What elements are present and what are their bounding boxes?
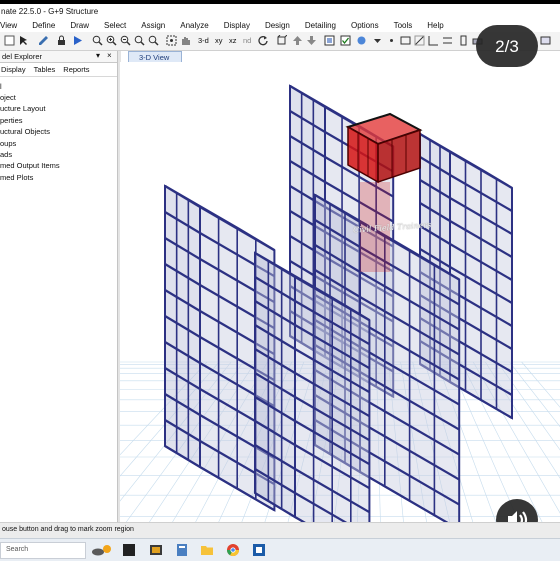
menu-tools[interactable]: Tools — [394, 21, 413, 30]
view-xy-button[interactable]: xy — [215, 36, 223, 45]
draw-brace-icon[interactable] — [428, 35, 439, 46]
explorer-tree: l oject ucture Layout perties uctural Ob… — [0, 78, 117, 518]
move-down-icon[interactable] — [306, 35, 317, 46]
display-options-icon[interactable] — [324, 35, 335, 46]
move-up-icon[interactable] — [292, 35, 303, 46]
draw-rectangle-icon[interactable] — [400, 35, 411, 46]
view-3d-button[interactable]: 3-d — [198, 36, 209, 45]
close-icon[interactable]: × — [107, 51, 112, 60]
zoom-window-icon[interactable] — [92, 35, 103, 46]
lock-icon[interactable] — [56, 35, 67, 46]
draw-frame-icon[interactable] — [414, 35, 425, 46]
dropdown-icon[interactable] — [372, 35, 383, 46]
tree-item-model[interactable]: l — [0, 82, 2, 91]
tree-item-structure-layout[interactable]: ucture Layout — [0, 104, 45, 113]
menu-bar: View Define Draw Select Assign Analyze D… — [0, 18, 560, 32]
status-text: ouse button and drag to mark zoom region — [2, 526, 134, 533]
zoom-restore-icon[interactable] — [134, 35, 145, 46]
menu-draw[interactable]: Draw — [70, 21, 89, 30]
file-explorer-icon[interactable] — [200, 543, 214, 557]
task-view-icon[interactable] — [122, 543, 136, 557]
menu-view[interactable]: View — [0, 21, 17, 30]
tab-tables[interactable]: Tables — [34, 65, 56, 74]
view-nd-button[interactable]: nd — [243, 36, 251, 45]
pencil-icon[interactable] — [38, 35, 49, 46]
chrome-icon[interactable] — [226, 543, 240, 557]
view-xz-button[interactable]: xz — [229, 36, 237, 45]
hand-icon[interactable] — [180, 35, 191, 46]
menu-display[interactable]: Display — [224, 21, 250, 30]
taskbar-search[interactable]: Search — [0, 542, 86, 559]
tab-display[interactable]: Display — [1, 65, 26, 74]
explorer-tabs: Display Tables Reports — [0, 63, 117, 77]
building-model — [165, 86, 512, 522]
tree-item-properties[interactable]: perties — [0, 116, 23, 125]
menu-select[interactable]: Select — [104, 21, 126, 30]
run-icon[interactable] — [72, 35, 83, 46]
model-explorer-title: del Explorer — [2, 52, 42, 61]
model-3d-viewport[interactable] — [120, 62, 560, 522]
zoom-previous-icon[interactable] — [148, 35, 159, 46]
draw-column-icon[interactable] — [458, 35, 469, 46]
tree-item-loads[interactable]: ads — [0, 150, 12, 159]
menu-options[interactable]: Options — [351, 21, 379, 30]
window-title: nate 22.5.0 - G+9 Structure — [0, 7, 98, 16]
page-indicator-text: 2/3 — [476, 37, 538, 57]
tree-item-project[interactable]: oject — [0, 93, 16, 102]
calculator-icon[interactable] — [175, 543, 189, 557]
pointer-icon[interactable] — [18, 35, 29, 46]
tree-item-named-plots[interactable]: med Plots — [0, 173, 33, 182]
title-bar: nate 22.5.0 - G+9 Structure — [0, 4, 560, 18]
rotate-icon[interactable] — [258, 35, 269, 46]
perspective-icon[interactable] — [276, 35, 287, 46]
pin-icon[interactable]: ▾ — [96, 51, 100, 60]
status-bar: ouse button and drag to mark zoom region — [0, 522, 560, 538]
check-icon[interactable] — [340, 35, 351, 46]
pan-icon[interactable] — [166, 35, 177, 46]
draw-slab-icon[interactable] — [540, 35, 551, 46]
menu-help[interactable]: Help — [427, 21, 443, 30]
zoom-out-icon[interactable] — [120, 35, 131, 46]
checkbox-icon[interactable] — [4, 35, 15, 46]
color-icon[interactable] — [356, 35, 367, 46]
menu-detailing[interactable]: Detailing — [305, 21, 336, 30]
tab-3d-view-label: 3-D View — [139, 53, 169, 62]
snap-icon[interactable] — [386, 35, 397, 46]
weather-widget-icon[interactable] — [90, 543, 114, 557]
menu-assign[interactable]: Assign — [141, 21, 165, 30]
model-canvas[interactable] — [120, 62, 560, 522]
menu-design[interactable]: Design — [265, 21, 290, 30]
tab-reports[interactable]: Reports — [63, 65, 89, 74]
tree-item-structural-objects[interactable]: uctural Objects — [0, 127, 50, 136]
tree-item-groups[interactable]: oups — [0, 139, 16, 148]
model-explorer-header: del Explorer ▾ × — [0, 51, 117, 63]
taskbar-search-placeholder: Search — [6, 546, 28, 553]
windows-taskbar: Search — [0, 538, 560, 561]
etabs-app-icon[interactable] — [252, 543, 266, 557]
menu-analyze[interactable]: Analyze — [180, 21, 208, 30]
tree-item-named-output-items[interactable]: med Output Items — [0, 161, 60, 170]
draw-beam-icon[interactable] — [442, 35, 453, 46]
menu-define[interactable]: Define — [32, 21, 55, 30]
app-icon[interactable] — [149, 543, 163, 557]
zoom-in-icon[interactable] — [106, 35, 117, 46]
page-indicator: 2/3 — [476, 25, 538, 67]
